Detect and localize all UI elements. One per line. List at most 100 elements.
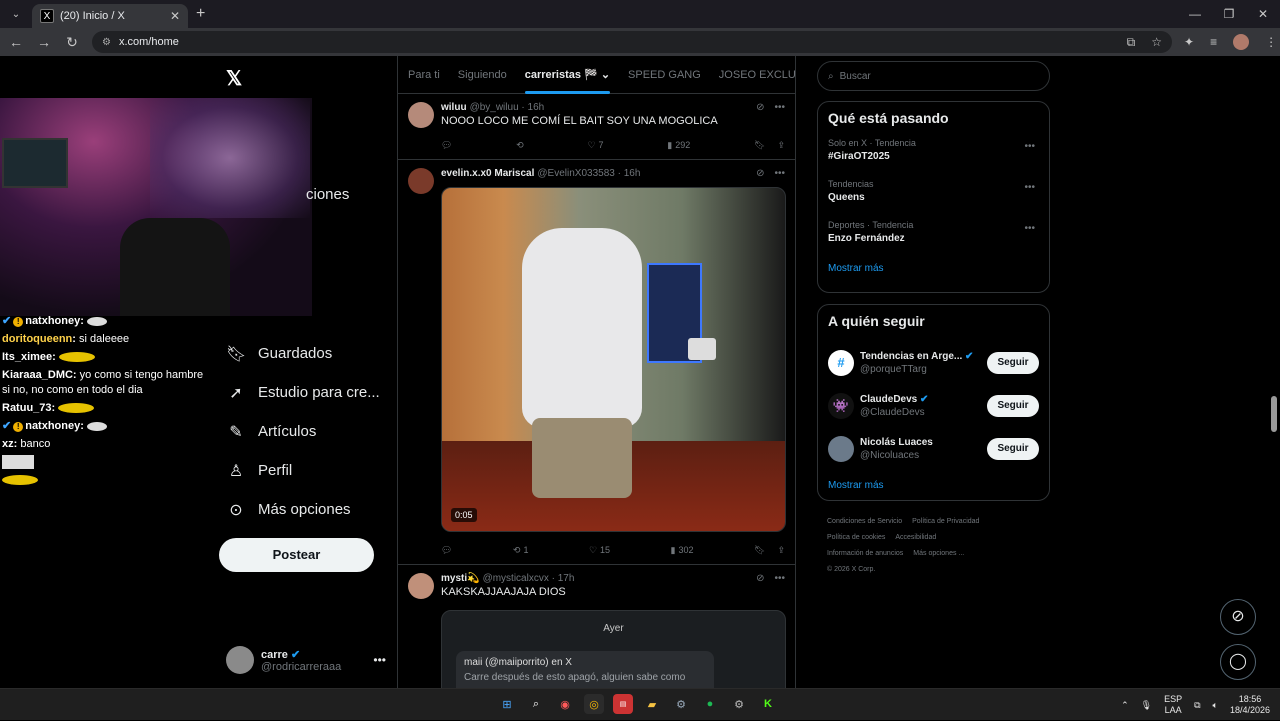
footer-link[interactable]: Condiciones de Servicio	[827, 518, 902, 525]
tab-for-you[interactable]: Para ti	[408, 56, 440, 94]
profile-avatar[interactable]	[1233, 34, 1250, 50]
retweet-button[interactable]: ⟲	[516, 140, 524, 151]
scrollbar[interactable]	[1271, 56, 1277, 688]
follow-button[interactable]: Seguir	[987, 437, 1039, 460]
nav-item-more[interactable]: ⊙ Más opciones	[226, 490, 380, 529]
like-button[interactable]: ♡ 15	[589, 545, 610, 556]
more-icon[interactable]: •••	[1024, 182, 1035, 193]
reply-button[interactable]: 💬︎	[441, 140, 452, 151]
more-icon[interactable]: •••	[774, 102, 785, 113]
post-button[interactable]: Postear	[219, 538, 374, 572]
nav-label-partial[interactable]: ciones	[306, 186, 349, 203]
like-button[interactable]: ♡ 7	[587, 140, 603, 151]
x-logo-icon[interactable]: 𝕏	[226, 66, 242, 91]
grok-fab-icon[interactable]: ⊘	[1220, 599, 1256, 635]
search-icon[interactable]: ⌕	[526, 694, 546, 714]
volume-icon[interactable]: 🔈︎	[1213, 700, 1218, 711]
share-icon[interactable]: ⇪	[777, 140, 785, 151]
more-icon[interactable]: •••	[774, 573, 785, 584]
suggested-account[interactable]: 👾 ClaudeDevs ✔ @ClaudeDevs Seguir	[828, 384, 1039, 427]
share-icon[interactable]: ⇪	[777, 545, 785, 556]
footer-link[interactable]: Política de cookies	[827, 534, 885, 541]
restore-icon[interactable]: ❐	[1212, 0, 1246, 28]
steam-icon[interactable]: ⚙	[671, 694, 691, 714]
reply-button[interactable]: 💬︎	[441, 545, 452, 556]
folder-icon[interactable]: ▰	[642, 694, 662, 714]
nav-item-articles[interactable]: ✎ Artículos	[226, 412, 380, 451]
tweet-time[interactable]: 16h	[624, 168, 641, 179]
more-icon[interactable]: •••	[774, 168, 785, 179]
browser-tab[interactable]: X (20) Inicio / X ✕	[32, 4, 188, 28]
footer-link[interactable]: Política de Privacidad	[912, 518, 979, 525]
nav-item-profile[interactable]: ♙ Perfil	[226, 451, 380, 490]
tweet[interactable]: mysti💫 @mysticalxcvx · 17h ⊘ ••• KAKSKAJJ…	[398, 565, 795, 688]
tweet-time[interactable]: 17h	[558, 573, 575, 584]
show-more-trends-link[interactable]: Mostrar más	[828, 263, 1039, 274]
tab-following[interactable]: Siguiendo	[458, 56, 507, 94]
app-icon[interactable]: ▤	[613, 694, 633, 714]
grok-icon[interactable]: ⊘	[756, 168, 764, 179]
search-input[interactable]: ⌕ Buscar	[817, 61, 1050, 91]
more-icon[interactable]: •••	[1024, 223, 1035, 234]
new-tab-icon[interactable]: +	[196, 5, 205, 23]
nav-item-creator-studio[interactable]: ➚ Estudio para cre...	[226, 373, 379, 412]
more-icon[interactable]: •••	[1024, 141, 1035, 152]
extensions-icon[interactable]: ✦	[1184, 35, 1194, 49]
trend-item[interactable]: Deportes · Tendencia Enzo Fernández •••	[828, 220, 1039, 261]
kick-icon[interactable]: K	[758, 694, 778, 714]
follow-button[interactable]: Seguir	[987, 394, 1039, 417]
show-more-accounts-link[interactable]: Mostrar más	[828, 480, 1039, 491]
messages-fab-icon[interactable]: ◯	[1220, 644, 1256, 680]
tweet[interactable]: evelin.x.x0 Mariscal @EvelinX033583 · 16…	[398, 160, 795, 565]
chevron-up-icon[interactable]: ⌃	[1121, 700, 1129, 711]
account-switcher[interactable]: carre ✔ @rodricarreraaa •••	[226, 642, 386, 678]
grok-icon[interactable]: ⊘	[756, 573, 764, 584]
more-icon[interactable]: •••	[373, 653, 386, 667]
avatar[interactable]	[408, 168, 434, 194]
tab-joseo[interactable]: JOSEO EXCLUSIV	[719, 56, 795, 94]
tweet-author[interactable]: evelin.x.x0 Mariscal	[441, 168, 534, 179]
nav-item-bookmarks[interactable]: 🔖︎ Guardados	[226, 334, 380, 373]
footer-link[interactable]: Accesibilidad	[895, 534, 936, 541]
trend-item[interactable]: Tendencias Queens •••	[828, 179, 1039, 220]
forward-icon[interactable]: →	[32, 34, 56, 50]
minimize-icon[interactable]: —	[1178, 0, 1212, 28]
language-indicator[interactable]: ESP LAA	[1164, 694, 1182, 716]
install-icon[interactable]: ⧉	[1127, 35, 1136, 50]
avatar[interactable]	[408, 573, 434, 599]
address-bar[interactable]: ⚙ x.com/home ⧉ ☆	[92, 31, 1172, 53]
retweet-button[interactable]: ⟲ 1	[513, 545, 529, 556]
suggested-account[interactable]: Nicolás Luaces @Nicoluaces Seguir	[828, 427, 1039, 470]
back-icon[interactable]: ←	[4, 34, 28, 50]
app-icon[interactable]: ◉	[555, 694, 575, 714]
network-icon[interactable]: ⧉	[1194, 700, 1200, 711]
reload-icon[interactable]: ↻	[60, 34, 84, 51]
suggested-account[interactable]: # Tendencias en Arge... ✔ @porqueTTarg S…	[828, 341, 1039, 384]
tweet-image[interactable]: Ayer maii (@maiiporrito) en X Carre desp…	[441, 610, 786, 688]
trend-item[interactable]: Solo en X · Tendencia #GiraOT2025 •••	[828, 138, 1039, 179]
tweet-author[interactable]: wiluu	[441, 102, 467, 113]
footer-link[interactable]: Más opciones ...	[913, 550, 964, 557]
views-button[interactable]: ▮ 292	[667, 140, 690, 151]
reading-list-icon[interactable]: ≡	[1210, 35, 1217, 49]
menu-icon[interactable]: ⋮	[1265, 35, 1277, 49]
bookmark-icon[interactable]: 🔖︎	[754, 140, 765, 151]
spotify-icon[interactable]: ●	[700, 694, 720, 714]
footer-link[interactable]: Información de anuncios	[827, 550, 903, 557]
tweet-video[interactable]: 0:05	[441, 187, 786, 532]
tab-speed-gang[interactable]: SPEED GANG	[628, 56, 701, 94]
tweet[interactable]: wiluu @by_wiluu · 16h ⊘ ••• NOOO LOCO ME …	[398, 94, 795, 160]
follow-button[interactable]: Seguir	[987, 351, 1039, 374]
scrollbar-thumb[interactable]	[1271, 396, 1277, 432]
bookmark-star-icon[interactable]: ☆	[1151, 35, 1162, 50]
settings-icon[interactable]: ⚙	[729, 694, 749, 714]
site-info-icon[interactable]: ⚙	[102, 37, 111, 48]
tweet-time[interactable]: 16h	[528, 102, 545, 113]
avatar[interactable]	[408, 102, 434, 128]
close-window-icon[interactable]: ✕	[1246, 0, 1280, 28]
views-button[interactable]: ▮ 302	[671, 545, 694, 556]
mic-icon[interactable]: 🎙︎	[1141, 700, 1152, 711]
windows-start-icon[interactable]: ⊞	[497, 694, 517, 714]
tweet-author[interactable]: mysti💫	[441, 573, 480, 584]
tab-search-icon[interactable]: ⌄	[4, 4, 28, 24]
